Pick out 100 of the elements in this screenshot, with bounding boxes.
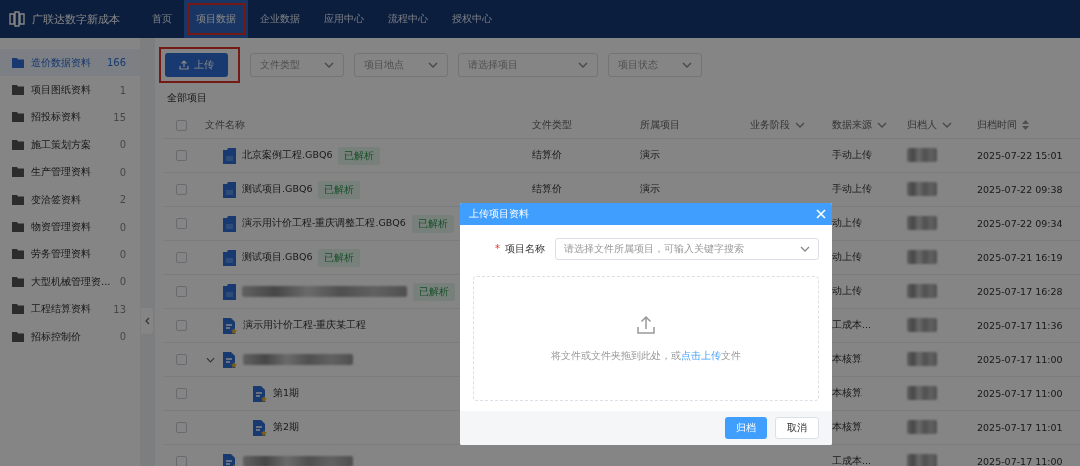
status-tag: 已解析	[411, 214, 454, 233]
file-type: 结算价	[532, 149, 562, 160]
data-source: 本核算	[832, 387, 862, 398]
folder-icon	[12, 57, 25, 68]
sort-icon[interactable]	[1022, 120, 1029, 130]
sidebar-item[interactable]: 工程结算资料 13	[0, 295, 140, 323]
row-checkbox[interactable]	[175, 388, 187, 399]
sidebar-item[interactable]: 招标控制价 0	[0, 322, 140, 351]
archive-time: 2025-07-21 16:19	[977, 252, 1063, 263]
status-tag: 已解析	[413, 282, 455, 301]
sidebar-item[interactable]: 项目图纸资料 1	[0, 76, 140, 104]
file-name[interactable]: 演示用计价工程-重庆某工程	[243, 319, 367, 332]
nav-tab[interactable]: 首页	[140, 0, 184, 38]
folder-icon	[12, 249, 25, 260]
sidebar-item[interactable]: 大型机械管理资... 0	[0, 268, 140, 296]
section-title: 全部项目	[167, 92, 207, 103]
row-checkbox[interactable]	[175, 184, 187, 195]
row-checkbox[interactable]	[175, 150, 187, 161]
column-header: 归档时间	[977, 118, 1017, 132]
data-source: 工成本...	[832, 455, 872, 466]
sidebar-item[interactable]: 变洽签资料 2	[0, 185, 140, 214]
document-icon	[223, 215, 236, 232]
nav-tab[interactable]: 企业数据	[248, 0, 312, 38]
folder-icon	[12, 85, 25, 96]
status-tag: 已解析	[338, 146, 381, 165]
chevron-down-icon	[942, 122, 952, 128]
sidebar-item[interactable]: 施工策划方案 0	[0, 131, 140, 159]
logo-icon	[8, 11, 26, 27]
folder-icon	[12, 167, 25, 178]
row-checkbox[interactable]	[175, 320, 187, 331]
sidebar-item[interactable]: 招投标资料 15	[0, 103, 140, 132]
blurred-text	[907, 249, 937, 264]
project-name: 演示	[640, 183, 660, 194]
chevron-down-icon	[324, 62, 334, 68]
data-source: 手动上传	[832, 149, 872, 160]
file-type: 结算价	[532, 183, 562, 194]
document-star-icon	[253, 419, 267, 436]
blurred-text	[907, 453, 937, 466]
archive-time: 2025-07-22 09:34	[977, 218, 1063, 229]
project-name: 演示	[640, 149, 660, 160]
chevron-down-icon	[877, 122, 887, 128]
data-source: 动上传	[832, 251, 862, 262]
document-icon	[223, 147, 236, 164]
column-header: 归档人	[907, 118, 937, 132]
folder-icon	[12, 304, 25, 315]
nav-tab[interactable]: 流程中心	[376, 0, 440, 38]
blurred-text	[907, 283, 937, 298]
folder-icon	[12, 112, 25, 123]
archive-time: 2025-07-22 15:01	[977, 150, 1063, 161]
file-name[interactable]: 演示用计价工程-重庆调整工程.GBQ6	[242, 217, 406, 230]
select-all-checkbox[interactable]	[175, 119, 187, 131]
row-checkbox[interactable]	[175, 422, 187, 433]
row-checkbox[interactable]	[175, 354, 187, 365]
dialog-title: 上传项目资料	[469, 207, 529, 221]
data-source: 工成本...	[832, 319, 872, 330]
file-name[interactable]: 北京案例工程.GBQ6	[242, 149, 333, 162]
folder-icon	[12, 139, 25, 150]
archive-time: 2025-07-17 11:00	[977, 354, 1063, 365]
blurred-text	[907, 385, 937, 400]
chevron-down-icon	[795, 122, 805, 128]
archive-button[interactable]: 归档	[725, 417, 767, 439]
sidebar-item[interactable]: 造价数据资料 166	[0, 49, 140, 77]
nav-tab[interactable]: 项目数据	[184, 0, 248, 38]
row-checkbox[interactable]	[175, 456, 187, 466]
archive-time: 2025-07-17 11:00	[977, 388, 1063, 399]
brand-name: 广联达数字新成本	[32, 11, 120, 27]
close-button[interactable]	[816, 209, 826, 219]
upload-button[interactable]: 上传	[165, 53, 228, 77]
chevron-down-icon	[578, 62, 588, 68]
column-header: 业务阶段	[750, 118, 790, 132]
file-name[interactable]: 第1期	[273, 387, 300, 400]
file-name[interactable]: 测试项目.GBQ6	[242, 183, 313, 196]
cancel-button[interactable]: 取消	[775, 417, 819, 439]
nav-tab[interactable]: 授权中心	[440, 0, 504, 38]
status-tag: 已解析	[318, 248, 361, 267]
sidebar-item[interactable]: 物资管理资料 0	[0, 213, 140, 241]
blurred-text	[907, 181, 937, 196]
upload-icon	[179, 60, 189, 70]
folder-icon	[12, 194, 25, 205]
row-checkbox[interactable]	[175, 286, 187, 297]
sidebar-item[interactable]: 生产管理资料 0	[0, 158, 140, 186]
nav-tab[interactable]: 应用中心	[312, 0, 376, 38]
collapse-handle[interactable]	[141, 308, 153, 334]
data-source: 本核算	[832, 421, 862, 432]
row-checkbox[interactable]	[175, 218, 187, 229]
column-header: 数据来源	[832, 118, 872, 132]
row-checkbox[interactable]	[175, 252, 187, 263]
data-source: 手动上传	[832, 183, 872, 194]
document-star-icon	[253, 385, 267, 402]
chevron-down-icon[interactable]	[206, 356, 215, 363]
drop-zone[interactable]: 将文件或文件夹拖到此处，或点击上传文件	[473, 276, 819, 401]
column-header: 所属项目	[640, 118, 680, 132]
file-name[interactable]: 测试项目.GBQ6	[242, 251, 313, 264]
blurred-text	[907, 351, 937, 366]
chevron-down-icon	[428, 62, 438, 68]
project-select[interactable]: 请选择文件所属项目，可输入关键字搜索	[555, 238, 819, 260]
field-label: * 项目名称	[494, 242, 545, 256]
sidebar-item[interactable]: 劳务管理资料 0	[0, 240, 140, 269]
upload-link[interactable]: 点击上传	[681, 349, 721, 361]
file-name[interactable]: 第2期	[273, 421, 300, 434]
